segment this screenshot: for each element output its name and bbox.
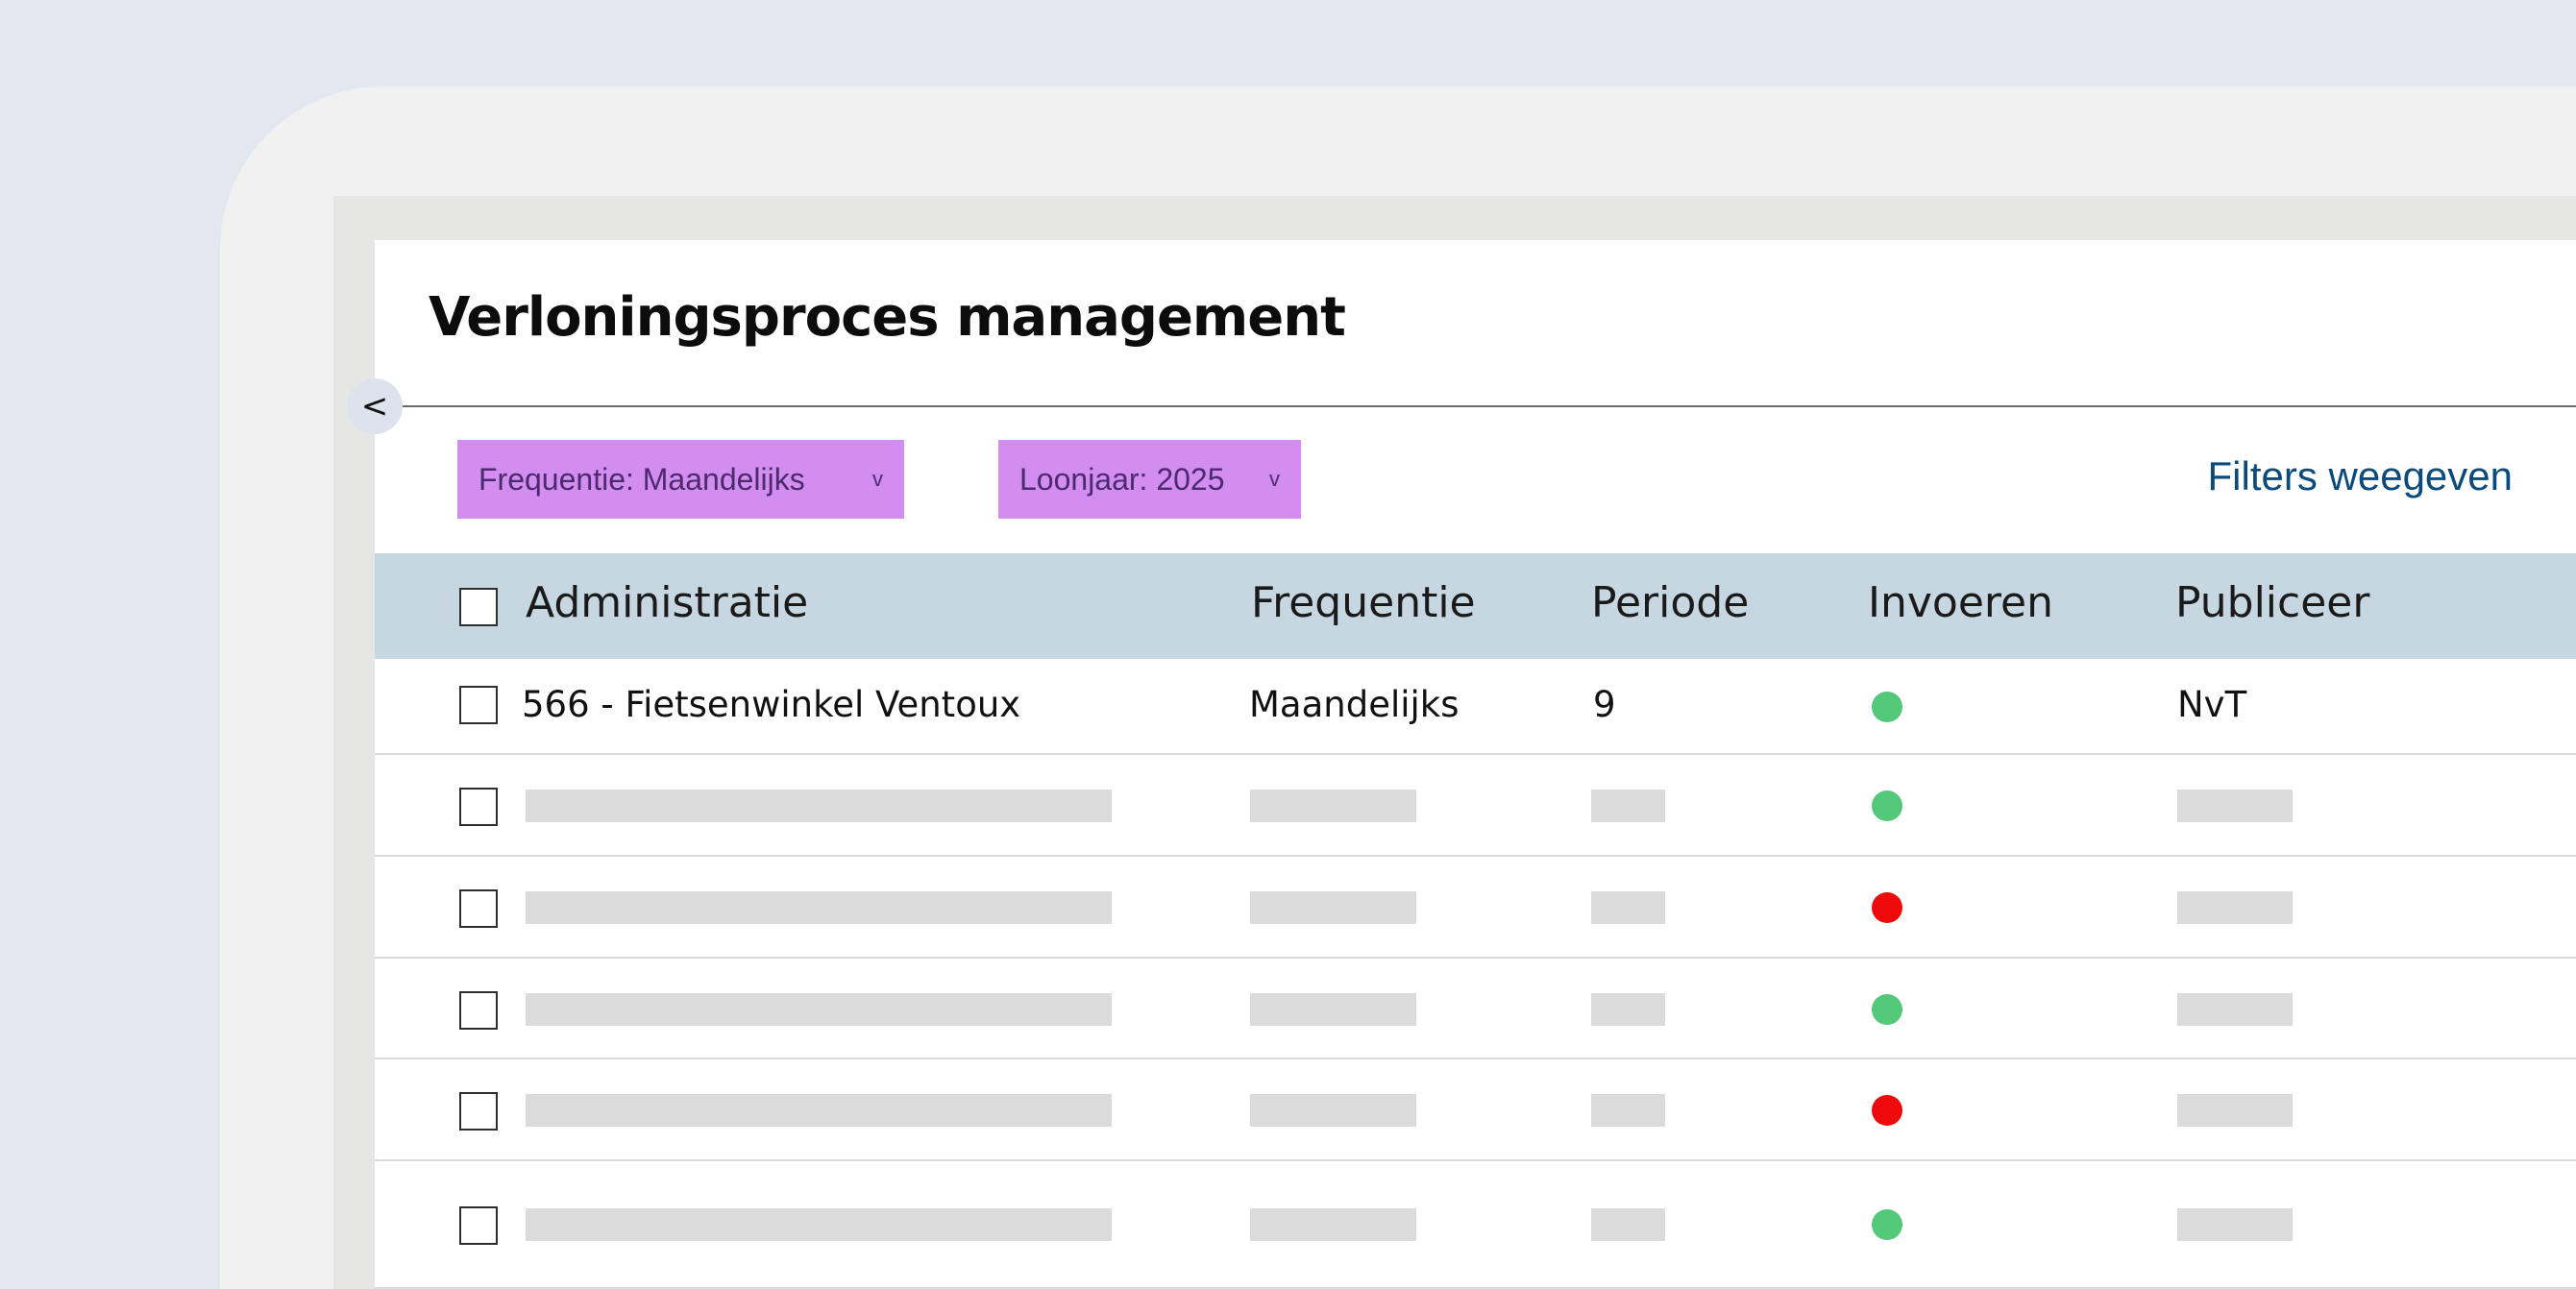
chevron-down-icon: v <box>1269 467 1280 491</box>
filter-chip-frequentie[interactable]: Frequentie: Maandelijks v <box>457 440 904 519</box>
placeholder-administratie <box>526 1094 1112 1127</box>
status-dot-icon <box>1872 1209 1902 1240</box>
placeholder-publiceer <box>2177 790 2293 822</box>
cell-publiceer: NvT <box>2177 684 2247 725</box>
status-dot-icon <box>1872 994 1902 1025</box>
placeholder-frequentie <box>1250 1094 1416 1127</box>
filter-chip-label: Frequentie: Maandelijks <box>478 461 805 497</box>
placeholder-publiceer <box>2177 891 2293 924</box>
status-dot-icon <box>1872 1095 1902 1126</box>
row-checkbox[interactable] <box>459 1092 498 1131</box>
placeholder-administratie <box>526 790 1112 822</box>
placeholder-administratie <box>526 993 1112 1026</box>
placeholder-periode <box>1591 891 1665 924</box>
app-screen: Verloningsproces management Frequentie: … <box>375 240 2576 1289</box>
cell-frequentie: Maandelijks <box>1249 684 1460 725</box>
column-header-publiceer[interactable]: Publiceer <box>2175 578 2369 627</box>
table-header: Administratie Frequentie Periode Invoere… <box>375 553 2576 659</box>
chevron-left-icon: < <box>360 387 389 426</box>
table-row[interactable]: 566 - Fietsenwinkel Ventoux Maandelijks … <box>375 659 2576 755</box>
table-row[interactable] <box>375 755 2576 857</box>
table-row[interactable] <box>375 1161 2576 1289</box>
status-dot-icon <box>1872 692 1902 722</box>
row-checkbox[interactable] <box>459 1206 498 1245</box>
column-header-periode[interactable]: Periode <box>1591 578 1749 627</box>
cell-periode: 9 <box>1593 684 1616 725</box>
filter-chip-label: Loonjaar: 2025 <box>1019 461 1225 497</box>
status-dot-icon <box>1872 790 1902 821</box>
select-all-checkbox[interactable] <box>459 588 498 626</box>
row-checkbox[interactable] <box>459 788 498 826</box>
column-header-administratie[interactable]: Administratie <box>526 578 808 627</box>
row-checkbox[interactable] <box>459 889 498 928</box>
toggle-filters-link[interactable]: Filters weegeven <box>2208 453 2513 499</box>
filter-chip-loonjaar[interactable]: Loonjaar: 2025 v <box>998 440 1301 519</box>
chevron-down-icon: v <box>872 467 883 491</box>
table-row[interactable] <box>375 857 2576 959</box>
row-checkbox[interactable] <box>459 991 498 1030</box>
placeholder-frequentie <box>1250 790 1416 822</box>
placeholder-periode <box>1591 790 1665 822</box>
placeholder-administratie <box>526 891 1112 924</box>
placeholder-periode <box>1591 1094 1665 1127</box>
placeholder-publiceer <box>2177 1094 2293 1127</box>
placeholder-publiceer <box>2177 993 2293 1026</box>
table-row[interactable] <box>375 959 2576 1059</box>
placeholder-publiceer <box>2177 1208 2293 1241</box>
placeholder-administratie <box>526 1208 1112 1241</box>
placeholder-frequentie <box>1250 1208 1416 1241</box>
sidebar-collapse-button[interactable]: < <box>347 378 403 434</box>
placeholder-frequentie <box>1250 891 1416 924</box>
row-checkbox[interactable] <box>459 686 498 724</box>
placeholder-periode <box>1591 1208 1665 1241</box>
title-divider <box>402 405 2576 407</box>
cell-administratie: 566 - Fietsenwinkel Ventoux <box>522 684 1021 725</box>
table-row[interactable] <box>375 1059 2576 1161</box>
column-header-frequentie[interactable]: Frequentie <box>1251 578 1476 627</box>
column-header-invoeren[interactable]: Invoeren <box>1868 578 2053 627</box>
placeholder-frequentie <box>1250 993 1416 1026</box>
status-dot-icon <box>1872 892 1902 923</box>
page-title: Verloningsproces management <box>429 286 1346 349</box>
placeholder-periode <box>1591 993 1665 1026</box>
